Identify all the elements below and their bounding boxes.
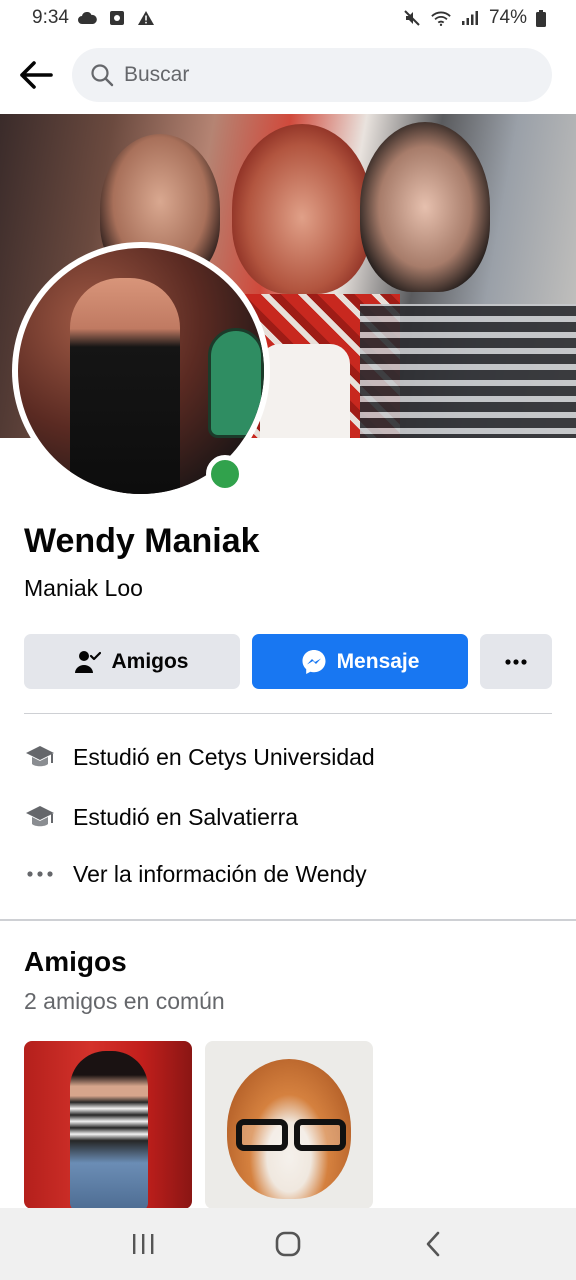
search-icon [91, 64, 114, 87]
friend-tile[interactable] [205, 1041, 373, 1209]
sd-card-icon [107, 9, 127, 27]
home-button[interactable] [258, 1219, 318, 1269]
cover-detail [260, 344, 350, 438]
friends-button[interactable]: Amigos [24, 634, 240, 689]
friends-button-label: Amigos [111, 649, 189, 673]
detail-text: Estudió en Cetys Universidad [73, 743, 375, 770]
detail-text: Estudió en Salvatierra [73, 803, 299, 830]
chevron-left-icon [427, 1231, 440, 1257]
status-left: 9:34 [32, 7, 156, 29]
signal-icon [460, 9, 480, 27]
search-bar[interactable] [72, 48, 552, 102]
divider [24, 713, 552, 714]
message-button-label: Mensaje [336, 649, 420, 673]
friend-tile[interactable] [24, 1041, 192, 1209]
system-navigation-bar [0, 1208, 576, 1280]
arrow-left-icon [20, 61, 53, 89]
friends-section-title: Amigos [24, 946, 127, 977]
status-bar: 9:34 74% [0, 0, 576, 36]
ellipsis-icon [24, 858, 56, 890]
profile-name: Wendy Maniak [24, 522, 260, 560]
cover-person [232, 124, 372, 294]
wifi-icon [431, 9, 451, 27]
header [0, 36, 576, 114]
friend-photo [70, 1051, 148, 1209]
detail-education-2: Estudió en Salvatierra [24, 797, 298, 837]
recent-apps-button[interactable] [113, 1219, 173, 1269]
home-icon [275, 1231, 301, 1257]
cover-detail [360, 304, 576, 438]
avatar-figure [70, 278, 180, 494]
detail-education-1: Estudió en Cetys Universidad [24, 737, 375, 777]
graduation-cap-icon [24, 741, 56, 773]
status-time: 9:34 [32, 7, 69, 28]
person-check-icon [75, 650, 102, 673]
recent-apps-icon [132, 1234, 154, 1254]
messenger-icon [302, 649, 326, 674]
see-about-info-link[interactable]: Ver la información de Wendy [24, 854, 367, 894]
back-nav-button[interactable] [403, 1219, 463, 1269]
friend-photo-detail [227, 1119, 355, 1153]
search-input[interactable] [124, 63, 484, 87]
mutual-friends-count: 2 amigos en común [24, 988, 225, 1014]
graduation-cap-icon [24, 801, 56, 833]
message-button[interactable]: Mensaje [252, 634, 468, 689]
avatar-sticker [208, 328, 264, 438]
section-divider [0, 919, 576, 921]
cloud-icon [78, 9, 98, 27]
status-right: 74% [402, 7, 546, 29]
battery-icon [536, 9, 546, 27]
back-button[interactable] [16, 55, 56, 95]
more-options-button[interactable] [480, 634, 552, 689]
mute-icon [402, 9, 422, 27]
profile-actions: Amigos Mensaje [24, 634, 552, 689]
battery-percent: 74% [488, 7, 527, 28]
cover-person [360, 122, 490, 292]
more-horizontal-icon [505, 658, 527, 665]
profile-alternate-name: Maniak Loo [24, 575, 143, 601]
detail-text: Ver la información de Wendy [73, 860, 367, 887]
online-status-indicator [206, 455, 244, 493]
alert-triangle-icon [136, 9, 156, 27]
